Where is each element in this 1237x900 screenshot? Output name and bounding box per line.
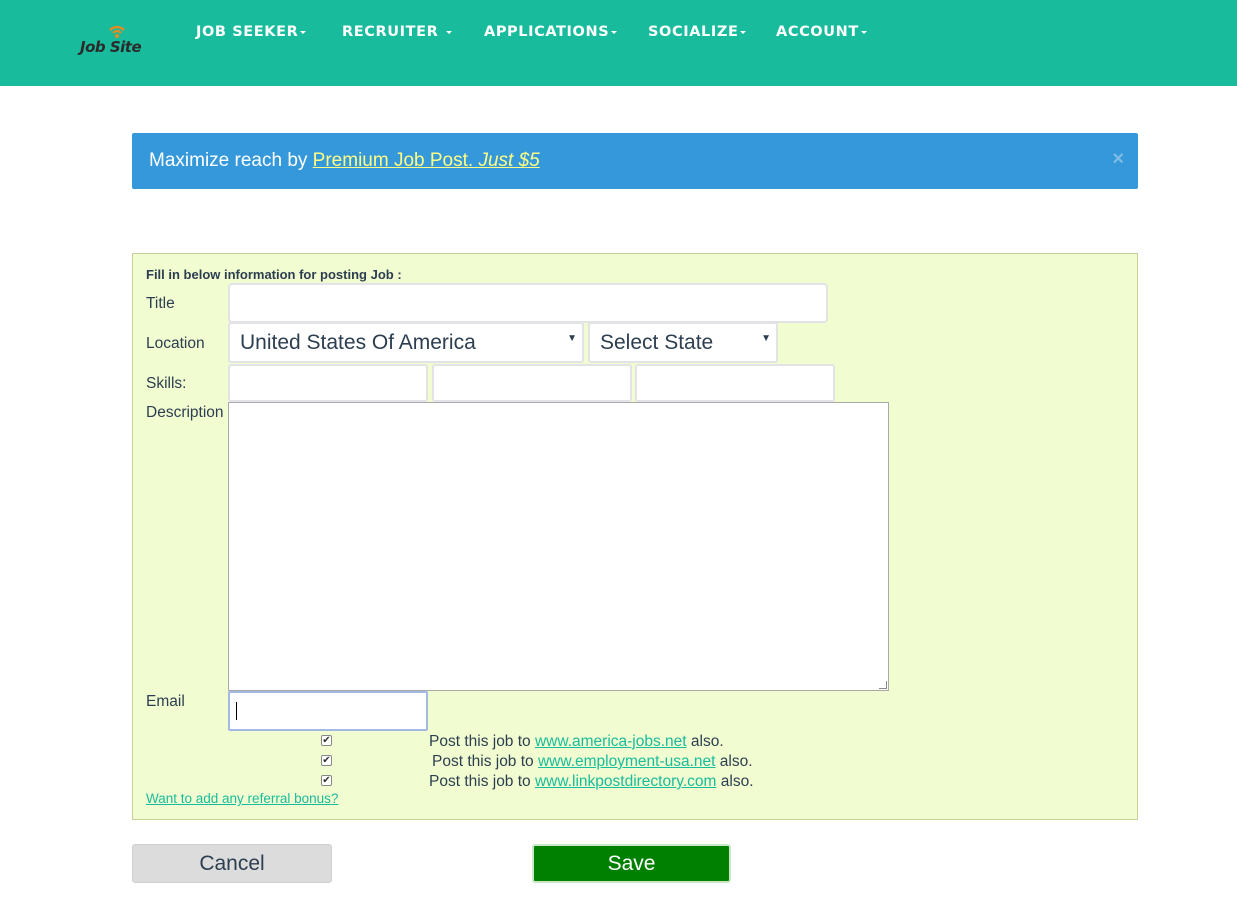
chevron-down-icon [300,30,307,34]
description-label: Description [146,404,224,421]
text-cursor [236,702,237,720]
post-suffix: also. [686,733,724,750]
nav-job-seeker-label: JOB SEEKER [196,24,299,40]
nav-applications[interactable]: APPLICATIONS [484,24,618,40]
top-navbar: Job Site JOB SEEKER RECRUITER APPLICATIO… [0,0,1237,86]
chevron-down-icon [611,30,618,34]
description-textarea[interactable] [228,402,889,691]
nav-socialize[interactable]: SOCIALIZE [648,24,747,40]
post-line-america-jobs: Post this job to www.america-jobs.net al… [429,733,724,751]
nav-account[interactable]: ACCOUNT [776,24,867,40]
nav-recruiter-label: RECRUITER [342,24,445,40]
post-prefix: Post this job to [429,733,535,750]
premium-alert: Maximize reach by Premium Job Post. Just… [132,133,1138,189]
dropdown-arrow-icon: ▼ [567,333,577,344]
post-suffix: also. [716,773,754,790]
title-input[interactable] [228,283,828,323]
cancel-button[interactable]: Cancel [132,844,332,883]
post-suffix: also. [715,753,753,770]
skill-input-3[interactable] [635,364,835,402]
post-job-form: Fill in below information for posting Jo… [132,253,1138,820]
chevron-down-icon [740,30,747,34]
nav-recruiter[interactable]: RECRUITER [342,24,453,40]
state-select[interactable]: Select State ▼ [588,322,778,363]
nav-applications-label: APPLICATIONS [484,24,610,40]
employment-usa-link[interactable]: www.employment-usa.net [538,753,715,770]
premium-price: Just $5 [478,150,540,171]
linkpostdirectory-checkbox[interactable]: ✔ [321,775,332,786]
post-prefix: Post this job to [429,773,535,790]
title-label: Title [146,295,175,312]
premium-job-post-link[interactable]: Premium Job Post. Just $5 [313,150,540,171]
close-icon[interactable]: × [1112,148,1124,170]
america-jobs-link[interactable]: www.america-jobs.net [535,733,687,750]
country-select[interactable]: United States Of America ▼ [228,322,584,363]
checkmark-icon: ✔ [322,735,331,746]
referral-bonus-link[interactable]: Want to add any referral bonus? [146,791,338,806]
dropdown-arrow-icon: ▼ [761,333,771,344]
america-jobs-checkbox[interactable]: ✔ [321,735,332,746]
skills-label: Skills: [146,375,187,392]
checkmark-icon: ✔ [322,755,331,766]
skill-input-2[interactable] [432,364,632,402]
nav-socialize-label: SOCIALIZE [648,24,739,40]
location-label: Location [146,335,205,352]
checkmark-icon: ✔ [322,775,331,786]
alert-message: Maximize reach by Premium Job Post. Just… [149,150,540,172]
job-site-logo[interactable]: Job Site [79,24,153,60]
email-label: Email [146,693,185,710]
country-value: United States Of America [240,331,476,354]
employment-usa-checkbox[interactable]: ✔ [321,755,332,766]
premium-link-text: Premium Job Post. [312,150,474,171]
form-heading: Fill in below information for posting Jo… [146,267,402,282]
save-button[interactable]: Save [532,844,731,883]
nav-job-seeker[interactable]: JOB SEEKER [196,24,307,40]
linkpostdirectory-link[interactable]: www.linkpostdirectory.com [535,773,716,790]
post-prefix: Post this job to [432,753,538,770]
alert-prefix: Maximize reach by [149,150,313,171]
resize-grip-icon[interactable] [879,681,887,689]
logo-text: Job Site [80,38,142,56]
state-value: Select State [600,331,714,354]
chevron-down-icon [446,30,453,34]
email-input[interactable] [228,691,428,731]
post-line-linkpostdirectory: Post this job to www.linkpostdirectory.c… [429,773,754,791]
chevron-down-icon [860,30,867,34]
skill-input-1[interactable] [228,364,428,402]
post-line-employment-usa: Post this job to www.employment-usa.net … [432,753,753,771]
nav-account-label: ACCOUNT [776,24,859,40]
